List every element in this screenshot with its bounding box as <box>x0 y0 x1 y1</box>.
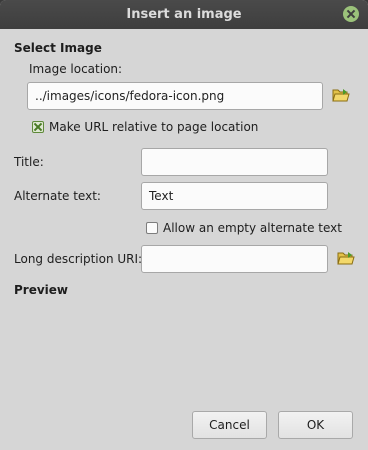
relative-url-label: Make URL relative to page location <box>49 120 259 134</box>
image-location-label: Image location: <box>29 62 123 76</box>
close-icon[interactable] <box>343 6 359 22</box>
folder-open-icon[interactable] <box>337 250 355 266</box>
dialog-title: Insert an image <box>126 7 242 22</box>
empty-alt-label: Allow an empty alternate text <box>163 221 342 235</box>
title-input[interactable] <box>141 148 328 176</box>
relative-url-checkbox[interactable] <box>32 121 44 133</box>
long-description-input[interactable] <box>141 245 328 273</box>
ok-button[interactable]: OK <box>278 411 353 439</box>
titlebar[interactable]: Insert an image <box>0 0 368 29</box>
long-description-label: Long description URI: <box>14 252 143 266</box>
select-image-heading: Select Image <box>14 41 102 55</box>
folder-open-icon[interactable] <box>332 87 350 103</box>
alt-text-label: Alternate text: <box>14 189 101 203</box>
image-location-input[interactable]: ../images/icons/fedora-icon.png <box>27 82 323 110</box>
empty-alt-checkbox[interactable] <box>146 222 158 234</box>
preview-heading: Preview <box>14 283 69 297</box>
insert-image-dialog: Insert an image Select Image Image locat… <box>0 0 368 450</box>
title-label: Title: <box>14 155 44 169</box>
cancel-button[interactable]: Cancel <box>192 411 267 439</box>
alt-text-input[interactable]: Text <box>141 182 328 210</box>
